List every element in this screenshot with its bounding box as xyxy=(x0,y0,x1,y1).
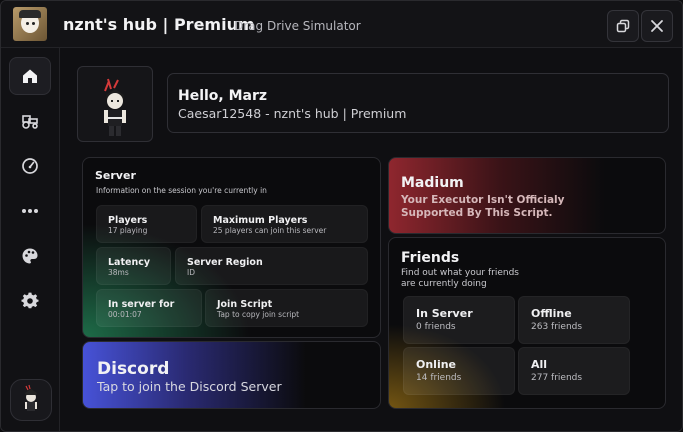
tile-title: Join Script xyxy=(217,299,273,310)
home-page: Hello, Marz Caesar12548 - nznt's hub | P… xyxy=(60,48,682,431)
friends-all-tile[interactable]: All 277 friends xyxy=(518,347,630,395)
tile-title: Latency xyxy=(108,257,151,268)
player-avatar xyxy=(77,66,153,142)
executor-warning-line1: Your Executor Isn't Officialy xyxy=(401,194,565,206)
server-region-tile: Server Region ID xyxy=(175,247,368,285)
friends-offline-tile[interactable]: Offline 263 friends xyxy=(518,296,630,344)
friends-description-line2: are currently doing xyxy=(401,279,487,289)
players-tile: Players 17 playing xyxy=(96,205,197,243)
executor-warning-line2: Supported By This Script. xyxy=(401,207,553,219)
window-title: nznt's hub | Premium xyxy=(63,15,255,34)
gear-icon xyxy=(21,292,39,309)
discord-button[interactable]: Discord Tap to join the Discord Server xyxy=(82,341,381,409)
title-bar[interactable]: nznt's hub | Premium Drag Drive Simulato… xyxy=(1,1,682,48)
server-card: Server Information on the session you're… xyxy=(82,157,381,338)
close-button[interactable] xyxy=(641,10,673,42)
friends-online-tile[interactable]: Online 14 friends xyxy=(403,347,515,395)
sidebar-profile-avatar[interactable] xyxy=(10,379,52,421)
home-icon xyxy=(23,69,37,83)
tile-sub: 263 friends xyxy=(531,322,583,332)
time-in-server-tile: In server for 00:01:07 xyxy=(96,289,202,327)
tile-title: Offline xyxy=(531,307,572,320)
tile-sub: 00:01:07 xyxy=(108,310,142,319)
speedometer-icon xyxy=(22,158,38,174)
sidebar-item-misc[interactable] xyxy=(9,192,51,230)
friends-in-server-tile[interactable]: In Server 0 friends xyxy=(403,296,515,344)
tile-sub: 25 players can join this server xyxy=(213,226,327,235)
tile-sub: 14 friends xyxy=(416,373,462,383)
friends-title: Friends xyxy=(401,250,460,266)
greeting-card: Hello, Marz Caesar12548 - nznt's hub | P… xyxy=(167,73,669,133)
sidebar-item-settings[interactable] xyxy=(9,282,51,320)
server-description: Information on the session you're curren… xyxy=(96,186,267,195)
sidebar-item-home[interactable] xyxy=(9,57,51,95)
sidebar-item-speed[interactable] xyxy=(9,147,51,185)
latency-tile: Latency 38ms xyxy=(96,247,171,285)
more-dots-icon xyxy=(22,209,38,213)
tile-sub: 38ms xyxy=(108,268,129,277)
discord-title: Discord xyxy=(97,359,170,379)
greeting-title: Hello, Marz xyxy=(178,88,268,104)
game-name: Drag Drive Simulator xyxy=(234,19,361,33)
tile-title: Server Region xyxy=(187,257,263,268)
avatar-icon xyxy=(25,384,37,411)
tile-title: Maximum Players xyxy=(213,215,308,226)
tile-title: All xyxy=(531,358,548,371)
palette-icon xyxy=(22,248,38,264)
close-icon xyxy=(651,20,663,32)
hub-window: nznt's hub | Premium Drag Drive Simulato… xyxy=(0,0,683,432)
friends-description-line1: Find out what your friends xyxy=(401,268,519,278)
max-players-tile: Maximum Players 25 players can join this… xyxy=(201,205,368,243)
join-script-button[interactable]: Join Script Tap to copy join script xyxy=(205,289,368,327)
tile-title: In server for xyxy=(108,299,175,310)
tile-title: Online xyxy=(416,358,457,371)
sidebar xyxy=(1,48,60,431)
discord-sub: Tap to join the Discord Server xyxy=(97,379,282,394)
executor-card: Madium Your Executor Isn't Officialy Sup… xyxy=(388,157,666,234)
tile-sub: ID xyxy=(187,268,195,277)
sidebar-item-vehicle[interactable] xyxy=(9,102,51,140)
tractor-icon xyxy=(22,115,38,129)
sidebar-item-theme[interactable] xyxy=(9,237,51,275)
tile-sub: 277 friends xyxy=(531,373,583,383)
executor-title: Madium xyxy=(401,175,464,191)
tile-sub: Tap to copy join script xyxy=(217,310,300,319)
tile-sub: 0 friends xyxy=(416,322,456,332)
tile-title: In Server xyxy=(416,307,473,320)
tile-title: Players xyxy=(108,215,148,226)
tile-sub: 17 playing xyxy=(108,226,148,235)
server-title: Server xyxy=(95,169,136,182)
minimize-button[interactable] xyxy=(607,10,639,42)
player-avatar-icon xyxy=(104,78,126,136)
friends-card: Friends Find out what your friends are c… xyxy=(388,237,666,409)
app-logo xyxy=(13,7,47,41)
minimize-window-icon xyxy=(616,19,630,33)
greeting-subline: Caesar12548 - nznt's hub | Premium xyxy=(178,106,407,121)
